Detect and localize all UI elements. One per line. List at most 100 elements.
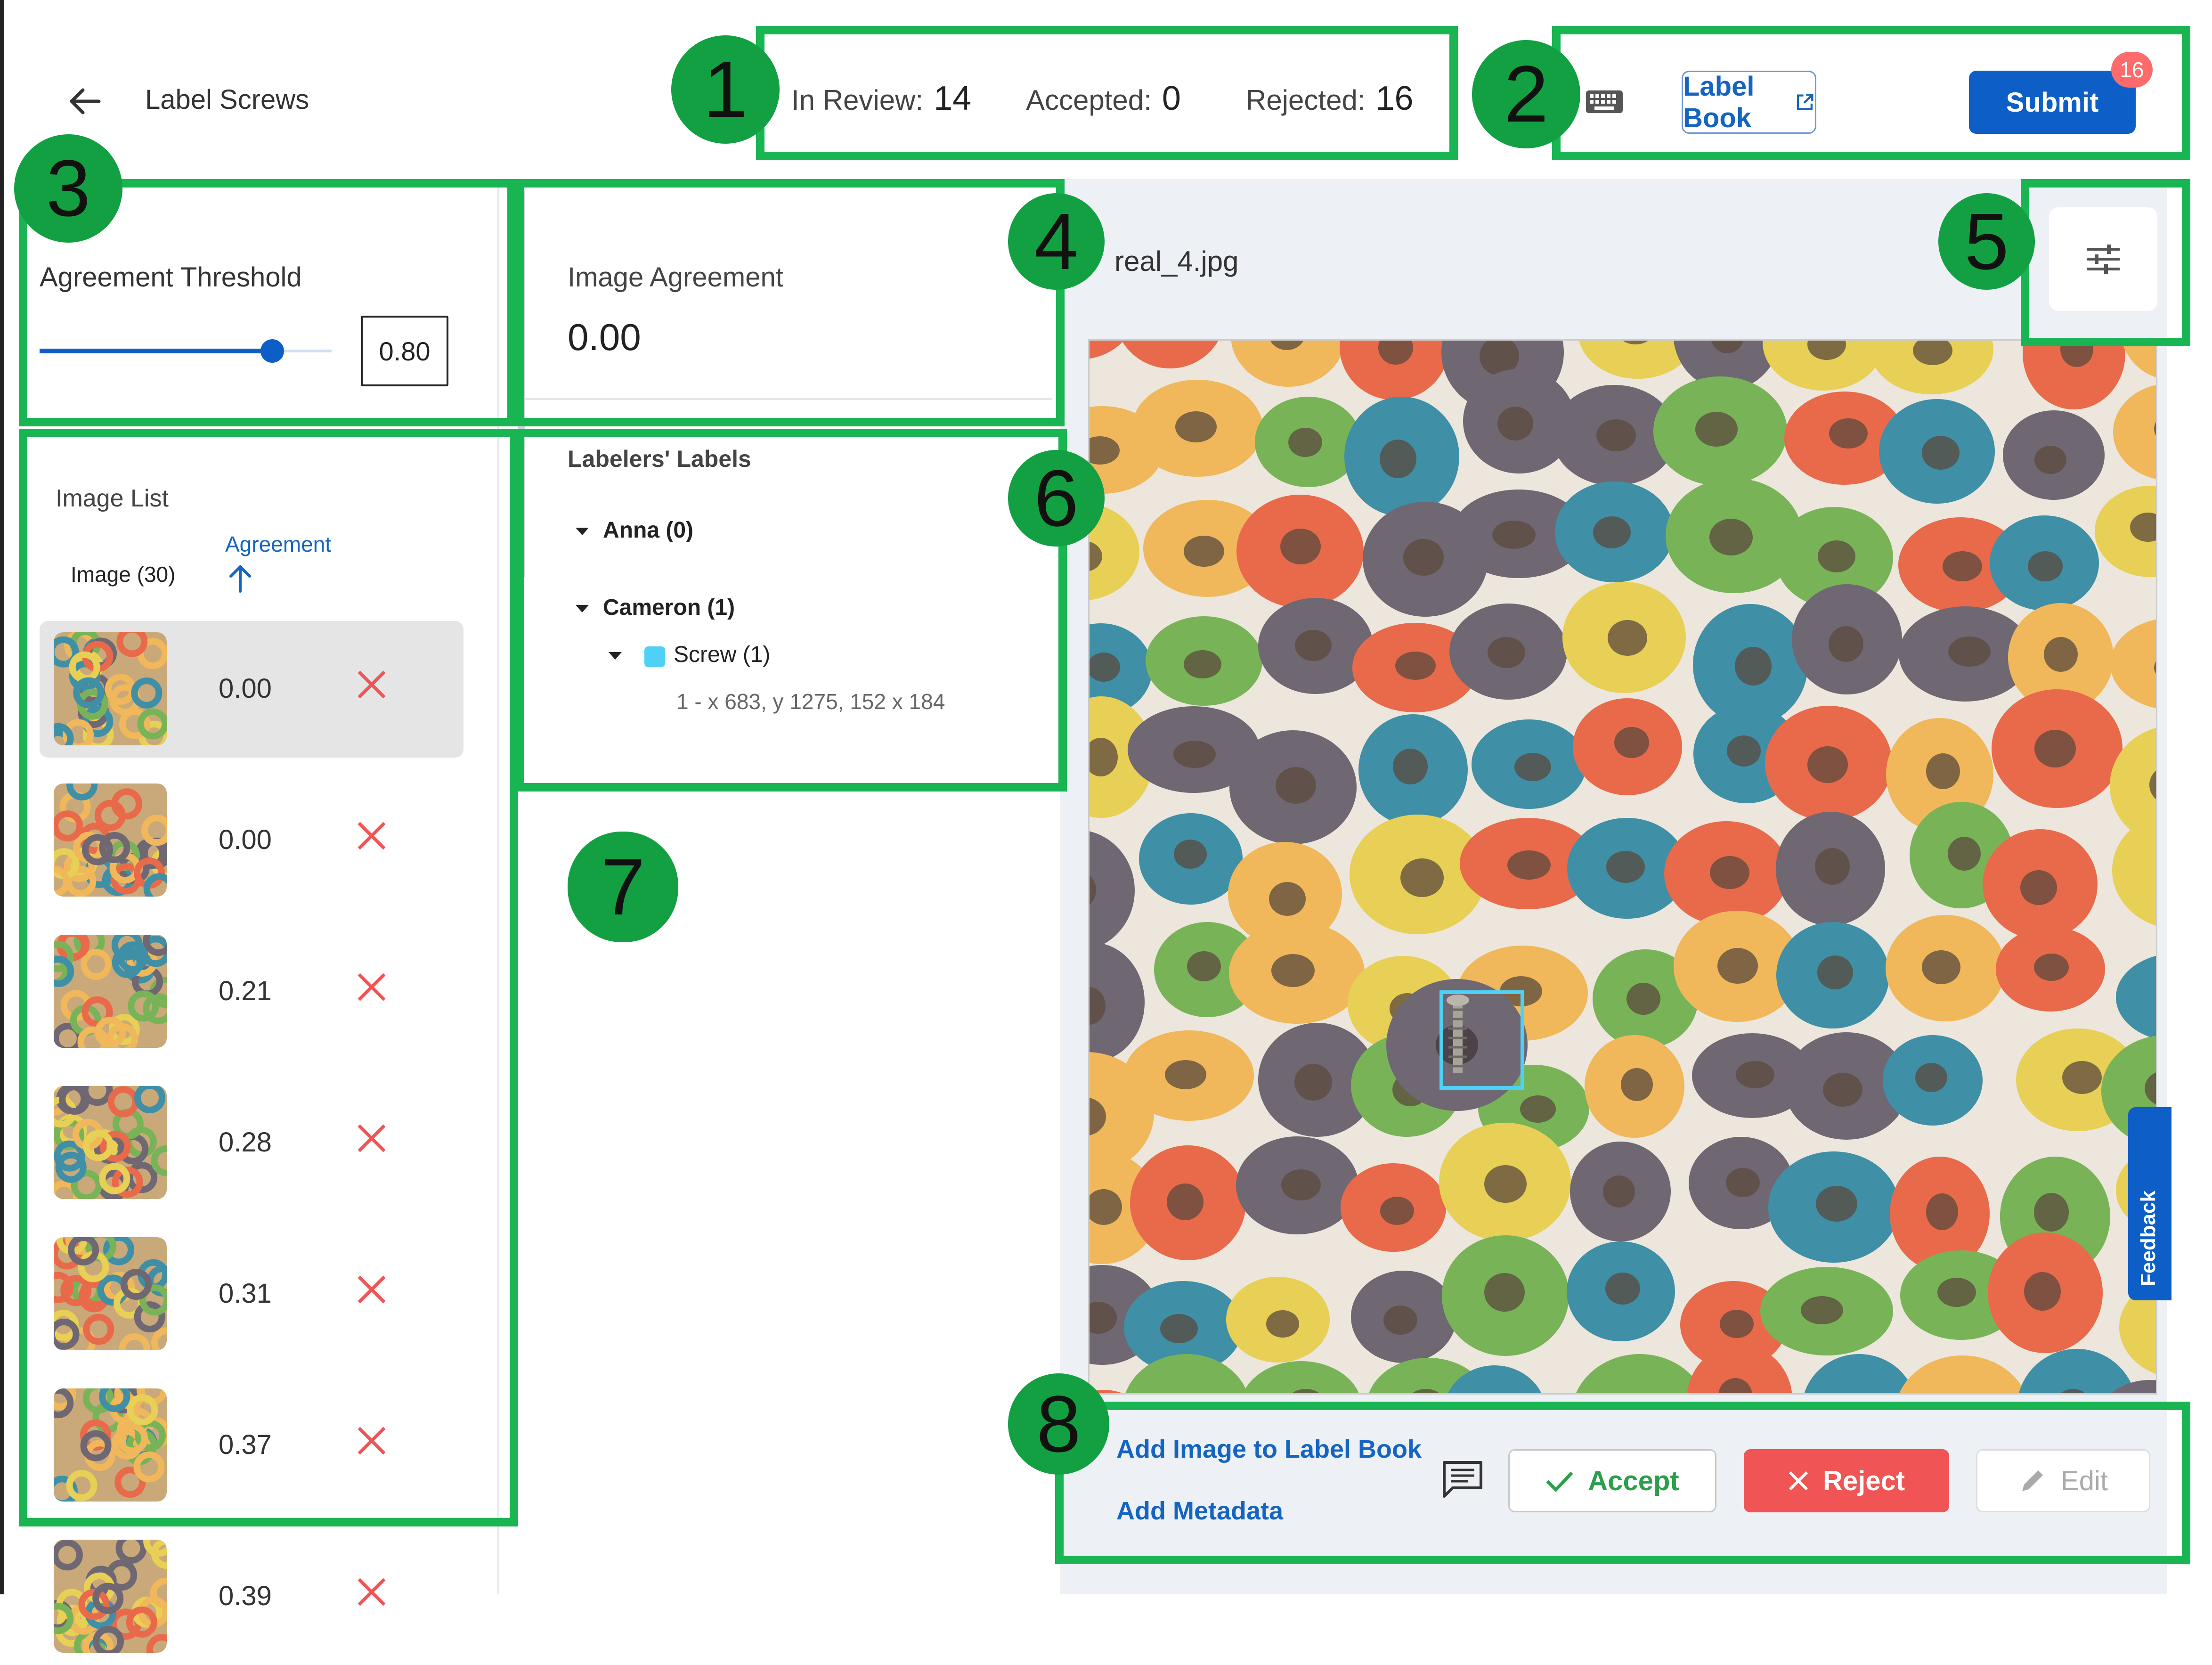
cereal-ring-hole [2024,1272,2061,1311]
annotation-marker-4: 4 [1008,193,1105,290]
cereal-ring-hole [1276,767,1316,804]
image-thumbnail [54,1540,167,1653]
cereal-ring-hole [1922,950,1960,984]
cereal-ring-hole [1160,1314,1198,1343]
annotation-marker-7: 7 [568,832,678,942]
cereal-ring-hole [1605,1273,1640,1305]
cereal-ring-hole [1948,637,1991,667]
rejected-x-icon [358,1578,386,1606]
cereal-ring-hole [2044,637,2078,672]
cereal-ring-hole [1915,1063,1947,1092]
feedback-label: Feedback [2137,1191,2160,1286]
annotation-marker-2: 2 [1472,40,1580,148]
cereal-ring-hole [1621,1068,1653,1101]
cereal-ring-hole [1717,948,1758,984]
cereal-ring-hole [1184,536,1224,567]
cereal-ring-hole [1497,407,1533,441]
annotation-box-6 [516,429,1067,792]
back-arrow-icon[interactable] [66,82,104,120]
cereal-photo [1090,341,2157,1395]
cereal-ring-hole [1484,1273,1525,1312]
image-list-row[interactable]: 0.39 [40,1528,464,1665]
cereal-ring-hole [1807,746,1848,783]
cereal-ring-hole [1626,983,1660,1015]
cereal-ring-hole [1926,1193,1958,1230]
cereal-ring-hole [1167,1183,1204,1220]
cereal-ring-hole [1175,411,1217,442]
cereal-ring-hole [1488,637,1525,668]
annotation-box-5 [2021,179,2190,346]
cereal-ring-hole [1187,951,1221,981]
cereal-ring-hole [1380,440,1416,478]
cereal-ring-hole [1395,652,1436,680]
cereal-ring-hole [1615,1394,1658,1395]
cereal-ring-hole [1163,1394,1203,1395]
cereal-ring-hole [1520,1095,1556,1123]
cereal-ring-hole [1281,1169,1321,1200]
annotation-marker-6: 6 [1008,450,1105,547]
cereal-ring-hole [1829,626,1863,662]
cereal-ring-hole [1403,539,1444,576]
annotation-box-2 [1552,26,2190,160]
cereal-ring-hole [1943,551,1982,581]
annotation-marker-5: 5 [1938,193,2035,290]
cereal-ring-hole [1173,741,1216,768]
cereal-ring-hole [1736,1061,1774,1088]
cereal-ring-hole [1709,519,1753,555]
cereal-ring-hole [1380,1197,1414,1225]
annotation-box-7 [19,429,518,1526]
cereal-ring-hole [1726,1168,1760,1197]
cereal-ring-hole [2034,1193,2069,1232]
screw-object [1386,979,1528,1111]
cereal-ring-hole [1608,620,1647,656]
annotation-box-8 [1055,1402,2190,1564]
cereal-ring-hole [1271,954,1315,987]
cereal-ring-hole [2028,551,2063,581]
cereal-ring-hole [1294,1064,1332,1101]
cereal-ring-hole [1484,1165,1527,1203]
cereal-ring-hole [1593,516,1631,548]
cereal-ring-hole [1288,428,1322,457]
cereal-ring-hole [1383,1306,1417,1335]
image-filename: real_4.jpg [1114,245,1239,277]
cereal-ring-hole [1606,851,1645,883]
cereal-ring-hole [1266,1310,1299,1338]
cereal-ring-hole [1492,521,1536,549]
window-edge [0,0,4,1594]
cereal-ring-hole [1948,837,1981,871]
cereal-ring-hole [1614,727,1649,758]
cereal-ring-hole [1184,650,1221,678]
cereal-ring-hole [1829,418,1868,449]
cereal-ring-hole [1596,419,1636,451]
annotation-marker-1: 1 [671,35,780,144]
cereal-ring-hole [1603,1175,1635,1208]
cereal-ring-hole [2034,730,2076,767]
image-canvas[interactable] [1088,339,2157,1395]
cereal-ring-hole [1817,955,1853,989]
cereal-ring-hole [1514,753,1551,781]
cereal-ring-hole [1695,412,1738,447]
cereal-ring-hole [2062,1061,2102,1094]
cereal-ring-hole [1727,735,1761,767]
cereal-ring-hole [1400,858,1444,897]
cereal-ring-hole [2020,870,2057,905]
cereal-ring-hole [1295,630,1332,661]
cereal-ring-hole [2034,446,2066,474]
feedback-tab[interactable]: Feedback [2128,1107,2171,1300]
annotation-box-1 [756,26,1458,160]
cereal-ring-hole [1174,840,1207,869]
annotation-box-4 [516,179,1065,426]
cereal-ring-hole [1280,529,1321,564]
cereal-ring-hole [1937,1278,1976,1307]
agreement-value: 0.39 [219,1581,272,1611]
cereal-ring-hole [1823,1073,1862,1107]
cereal-ring-hole [2156,985,2157,1013]
cereal-ring-hole [1720,1310,1754,1338]
cereal-ring-hole [1816,1186,1857,1222]
cereal-ring-hole [1165,1060,1206,1089]
project-title: Label Screws [145,84,309,115]
cereal-ring-hole [1710,856,1749,889]
cereal-ring-hole [1818,540,1855,572]
cereal-ring-hole [1269,882,1306,916]
cereal-ring-hole [1393,749,1428,784]
